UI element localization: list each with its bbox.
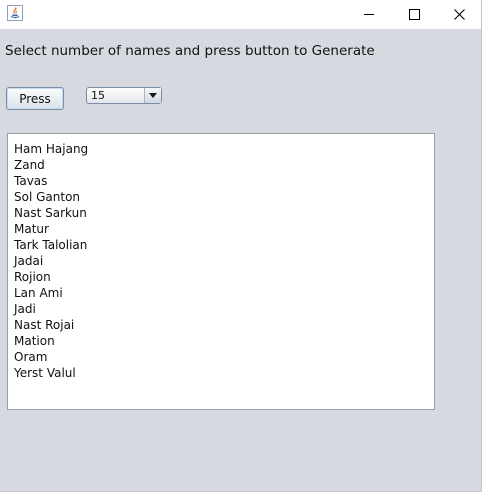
name-line: Yerst Valul	[14, 366, 76, 380]
name-line: Lan Ami	[14, 286, 63, 300]
generated-names-text-area[interactable]: Ham Hajang Zand Tavas Sol Ganton Nast Sa…	[7, 133, 435, 410]
name-count-value: 15	[91, 89, 105, 102]
instruction-label: Select number of names and press button …	[5, 43, 375, 59]
name-line: Jadi	[14, 302, 36, 316]
name-line: Nast Sarkun	[14, 206, 87, 220]
app-window: Select number of names and press button …	[0, 0, 482, 492]
title-bar[interactable]	[0, 0, 481, 29]
name-line: Rojion	[14, 270, 51, 284]
minimize-icon	[364, 5, 375, 24]
name-line: Sol Ganton	[14, 190, 81, 204]
minimize-button[interactable]	[347, 0, 392, 29]
maximize-icon	[409, 5, 420, 24]
name-line: Zand	[14, 158, 45, 172]
press-button[interactable]: Press	[6, 87, 64, 110]
name-line: Jadai	[14, 254, 44, 268]
java-icon	[7, 5, 23, 21]
name-line: Tark Talolian	[14, 238, 88, 252]
name-line: Oram	[14, 350, 48, 364]
name-line: Mation	[14, 334, 55, 348]
name-line: Ham Hajang	[14, 142, 89, 156]
name-line: Tavas	[14, 174, 48, 188]
name-line: Matur	[14, 222, 49, 236]
close-button[interactable]	[437, 0, 482, 29]
close-icon	[454, 5, 465, 24]
name-count-select[interactable]: 15	[86, 87, 162, 104]
caret-down-icon[interactable]	[144, 88, 161, 103]
name-line: Nast Rojai	[14, 318, 75, 332]
maximize-button[interactable]	[392, 0, 437, 29]
